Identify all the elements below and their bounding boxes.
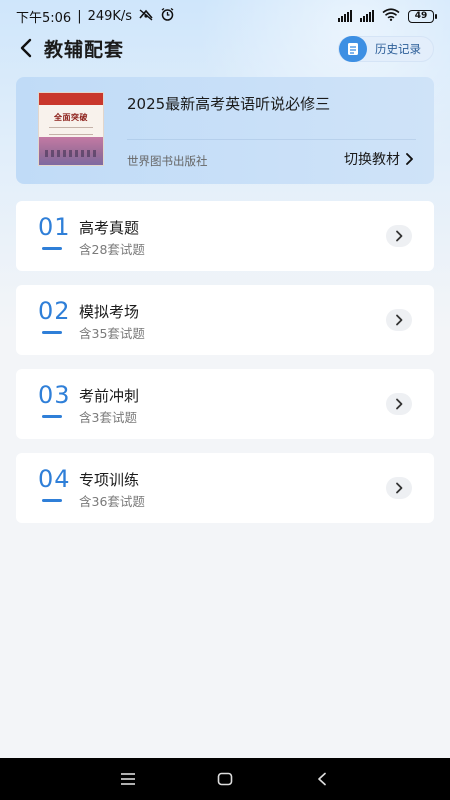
system-nav-bar (0, 758, 450, 800)
history-label: 历史记录 (375, 42, 421, 56)
page-title: 教辅配套 (44, 38, 125, 61)
number-underline (42, 499, 62, 502)
history-button[interactable]: 历史记录 (338, 36, 434, 62)
switch-textbook-button[interactable]: 切换教材 (344, 149, 414, 169)
list-item-mock-exam[interactable]: 02 模拟考场 含35套试题 (16, 285, 434, 355)
book-publisher: 世界图书出版社 (127, 154, 208, 168)
item-title: 考前冲刺 (79, 387, 140, 405)
item-number: 02 (38, 297, 71, 325)
item-subtitle: 含36套试题 (79, 494, 145, 509)
menu-button[interactable] (108, 759, 148, 799)
item-title: 模拟考场 (79, 303, 140, 321)
home-button[interactable] (205, 759, 245, 799)
item-title: 专项训练 (79, 471, 140, 489)
chevron-right-icon (386, 309, 412, 331)
wifi-icon (382, 7, 400, 25)
alarm-icon (160, 7, 175, 26)
switch-textbook-label: 切换教材 (344, 152, 400, 168)
cover-title: 全面突破 (54, 113, 88, 122)
list-item-pre-exam-sprint[interactable]: 03 考前冲刺 含3套试题 (16, 369, 434, 439)
signal-icon (338, 10, 352, 22)
chevron-right-icon (406, 153, 413, 165)
item-title: 高考真题 (79, 219, 140, 237)
number-underline (42, 415, 62, 418)
divider (127, 139, 416, 140)
book-title: 2025最新高考英语听说必修三 (127, 95, 331, 113)
status-time: 下午5:06 (16, 10, 72, 26)
item-number: 03 (38, 381, 71, 409)
chevron-right-icon (386, 225, 412, 247)
network-speed: 249K/s (87, 8, 133, 24)
item-number: 01 (38, 213, 71, 241)
book-card: 全面突破 2025最新高考英语听说必修三 世界图书出版社 切换教材 (16, 77, 434, 184)
back-button[interactable] (14, 33, 38, 63)
number-underline (42, 247, 62, 250)
chevron-right-icon (386, 477, 412, 499)
item-subtitle: 含3套试题 (79, 410, 137, 425)
triangle-back-icon (317, 772, 326, 786)
chevron-right-icon (386, 393, 412, 415)
app-header: 教辅配套 历史记录 (0, 30, 450, 66)
item-subtitle: 含35套试题 (79, 326, 145, 341)
list-item-gaokao-real[interactable]: 01 高考真题 含28套试题 (16, 201, 434, 271)
book-cover[interactable]: 全面突破 (38, 92, 104, 166)
system-back-button[interactable] (302, 759, 342, 799)
chevron-left-icon (20, 38, 32, 58)
status-bar: 下午5:06 | 249K/s 49 (0, 0, 450, 32)
menu-icon (121, 773, 136, 785)
document-icon (339, 36, 367, 62)
list-item-special-training[interactable]: 04 专项训练 含36套试题 (16, 453, 434, 523)
item-subtitle: 含28套试题 (79, 242, 145, 257)
battery-icon: 49 (408, 9, 437, 23)
signal-icon-2 (360, 10, 374, 22)
vpn-icon (138, 8, 154, 25)
number-underline (42, 331, 62, 334)
item-number: 04 (38, 465, 71, 493)
home-square-icon (217, 772, 233, 786)
